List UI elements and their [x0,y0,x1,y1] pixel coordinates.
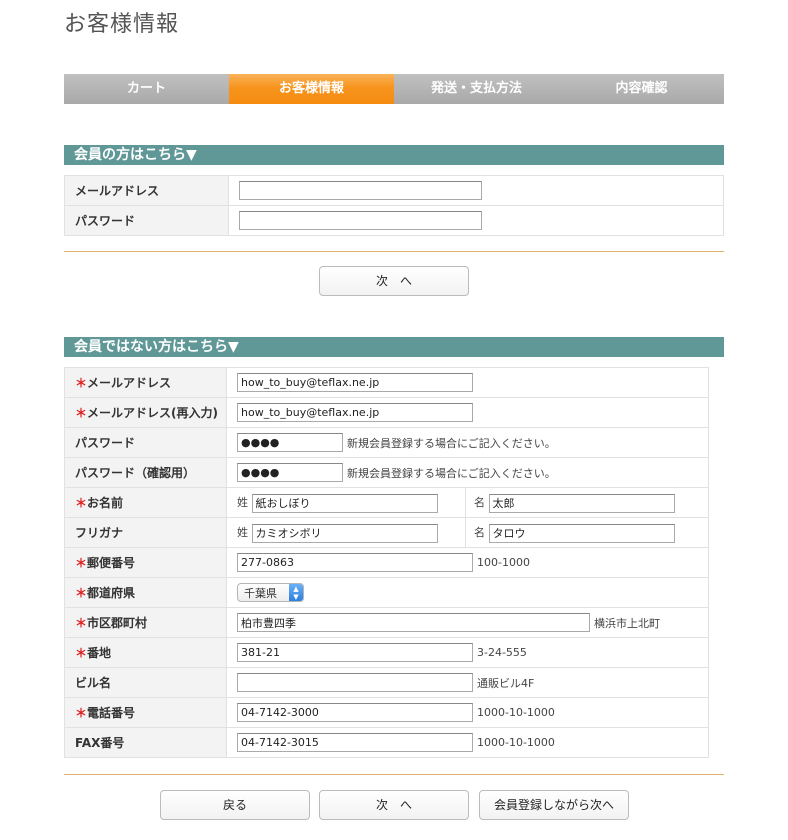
address-note: 3-24-555 [477,646,527,659]
password-confirm-label: パスワード（確認用） [64,457,227,488]
password-label: パスワード [64,427,227,458]
required-mark: ＊ [75,376,88,390]
first-name-input[interactable] [488,493,675,513]
password-input[interactable] [237,433,343,452]
select-arrows-icon: ▲ ▼ [289,584,303,601]
fax-label: FAX番号 [64,727,227,758]
step-customer-info: お客様情報 [229,74,394,104]
city-note: 横浜市上北町 [594,616,660,630]
required-mark: ＊ [75,496,88,510]
kana-mei-label: 名 [474,526,485,539]
city-input[interactable] [237,613,590,632]
zip-label: ＊郵便番号 [64,547,227,578]
fax-note: 1000-10-1000 [477,736,555,749]
required-mark: ＊ [75,616,88,630]
email-confirm-label: ＊メールアドレス(再入力) [64,397,227,428]
tel-input[interactable] [237,703,473,722]
member-login-form: メールアドレス パスワード [64,175,724,236]
name-label: ＊お名前 [64,487,227,518]
building-label: ビル名 [64,667,227,698]
required-mark: ＊ [75,706,88,720]
step-cart: カート [64,74,229,104]
tel-note: 1000-10-1000 [477,706,555,719]
member-password-input[interactable] [239,211,482,230]
password-confirm-input[interactable] [237,463,343,482]
required-mark: ＊ [75,586,88,600]
back-button[interactable]: 戻る [160,790,310,820]
last-name-input[interactable] [251,493,438,513]
member-section-heading: 会員の方はこちら▼ [64,145,724,165]
password-confirm-note: 新規会員登録する場合にご記入ください。 [347,466,556,480]
last-name-kana-input[interactable] [251,523,438,543]
city-label: ＊市区郡町村 [64,607,227,638]
member-next-button[interactable]: 次 へ [319,266,469,296]
mei-label: 名 [474,496,485,509]
prefecture-select[interactable]: 千葉県 ▲ ▼ [237,583,304,602]
required-mark: ＊ [75,646,88,660]
building-input[interactable] [237,673,473,692]
next-button[interactable]: 次 へ [319,790,469,820]
email-confirm-input[interactable] [237,403,473,422]
member-email-label: メールアドレス [64,175,229,206]
address-input[interactable] [237,643,473,662]
prefecture-label: ＊都道府県 [64,577,227,608]
required-mark: ＊ [75,556,88,570]
page-title: お客様情報 [64,12,180,37]
register-and-next-button[interactable]: 会員登録しながら次へ [479,790,629,820]
divider [64,251,724,252]
sei-label: 姓 [237,496,248,509]
tel-label: ＊電話番号 [64,697,227,728]
step-confirm: 内容確認 [559,74,724,104]
fax-input[interactable] [237,733,473,752]
password-note: 新規会員登録する場合にご記入ください。 [347,436,556,450]
checkout-steps: カート お客様情報 発送・支払方法 内容確認 [64,74,724,104]
member-email-input[interactable] [239,181,482,200]
kana-sei-label: 姓 [237,526,248,539]
step-shipping-payment: 発送・支払方法 [394,74,559,104]
divider [64,774,724,775]
email-label: ＊メールアドレス [64,367,227,398]
required-mark: ＊ [75,406,88,420]
building-note: 通販ビル4F [477,676,535,690]
kana-label: フリガナ [64,517,227,548]
member-password-label: パスワード [64,205,229,236]
guest-section-heading: 会員ではない方はこちら▼ [64,337,724,357]
zip-input[interactable] [237,553,473,572]
zip-note: 100-1000 [477,556,530,569]
email-input[interactable] [237,373,473,392]
guest-info-form: ＊メールアドレス ＊メールアドレス(再入力) パスワード 新規会員登録する場合に… [64,367,709,758]
first-name-kana-input[interactable] [488,523,675,543]
address-label: ＊番地 [64,637,227,668]
